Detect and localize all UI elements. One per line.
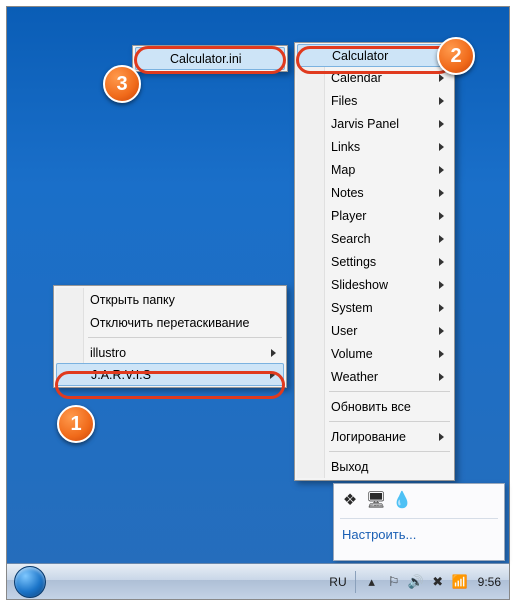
menu-item-label: Weather [331,370,378,384]
badge-number: 3 [116,73,127,96]
submenu-arrow-icon [439,143,444,151]
menu-item-label: Calculator [332,49,388,63]
menu-item-refresh-all[interactable]: Обновить все [297,395,452,418]
submenu-arrow-icon [439,327,444,335]
desktop: Открыть папку Отключить перетаскивание i… [6,6,510,600]
menu-item-volume[interactable]: Volume [297,342,452,365]
toolbar-customize-link[interactable]: Настроить... [340,523,498,546]
menu-item-files[interactable]: Files [297,89,452,112]
submenu-arrow-icon [439,189,444,197]
menu-item-label: Files [331,94,357,108]
annotation-badge-2: 2 [437,37,475,75]
context-menu-ini: Calculator.ini [132,45,288,72]
menu-item-jarvis-panel[interactable]: Jarvis Panel [297,112,452,135]
menu-item-label: Открыть папку [90,293,175,307]
menu-item-label: Slideshow [331,278,388,292]
submenu-arrow-icon [439,373,444,381]
menu-item-calculator-ini[interactable]: Calculator.ini [135,47,285,70]
menu-item-notes[interactable]: Notes [297,181,452,204]
menu-item-user[interactable]: User [297,319,452,342]
cube-icon[interactable]: ❖ [342,492,358,508]
tray-separator [355,571,356,593]
menu-item-search[interactable]: Search [297,227,452,250]
context-menu-main: Открыть папку Отключить перетаскивание i… [53,285,287,388]
menu-item-logging[interactable]: Логирование [297,425,452,448]
submenu-arrow-icon [439,166,444,174]
submenu-arrow-icon [439,235,444,243]
flag-icon[interactable]: ⚐ [386,574,402,590]
menu-item-open-folder[interactable]: Открыть папку [56,288,284,311]
toolbar-icon-row: ❖ 🖥 💧 [340,490,498,514]
menu-item-label: Player [331,209,366,223]
menu-item-map[interactable]: Map [297,158,452,181]
menu-item-label: Выход [331,460,368,474]
menu-item-calculator[interactable]: Calculator [297,44,452,67]
network-icon[interactable]: 📶 [452,574,468,590]
menu-item-label: Отключить перетаскивание [90,316,249,330]
menu-item-illustro[interactable]: illustro [56,341,284,364]
menu-item-label: Map [331,163,355,177]
taskbar: RU ▴ ⚐ 🔊 ✖ 📶 9:56 [7,563,509,599]
menu-item-label: Логирование [331,430,406,444]
menu-item-label: Volume [331,347,373,361]
menu-item-links[interactable]: Links [297,135,452,158]
submenu-arrow-icon [439,120,444,128]
menu-item-label: Links [331,140,360,154]
menu-item-label: Search [331,232,371,246]
menu-item-exit[interactable]: Выход [297,455,452,478]
menu-item-label: Calculator.ini [170,52,242,66]
menu-item-label: Обновить все [331,400,411,414]
menu-item-player[interactable]: Player [297,204,452,227]
toolbar-separator [340,518,498,519]
language-indicator[interactable]: RU [329,575,346,589]
badge-number: 1 [70,413,81,436]
menu-item-calendar[interactable]: Calendar [297,66,452,89]
clock[interactable]: 9:56 [478,575,501,589]
submenu-arrow-icon [439,97,444,105]
context-menu-skins: Calculator Calendar Files Jarvis Panel L… [294,42,455,481]
menu-item-label: System [331,301,373,315]
submenu-arrow-icon [439,350,444,358]
menu-item-slideshow[interactable]: Slideshow [297,273,452,296]
submenu-arrow-icon [439,433,444,441]
taskbar-middle [53,564,321,599]
submenu-arrow-icon [439,258,444,266]
menu-item-label: Jarvis Panel [331,117,399,131]
menu-item-label: Settings [331,255,376,269]
menu-item-jarvis[interactable]: J.A.R.V.I.S [56,363,284,386]
badge-number: 2 [450,45,461,68]
menu-item-disable-drag[interactable]: Отключить перетаскивание [56,311,284,334]
tray-overflow-icon[interactable]: ▴ [364,574,380,590]
menu-item-settings[interactable]: Settings [297,250,452,273]
submenu-arrow-icon [439,304,444,312]
system-tray: RU ▴ ⚐ 🔊 ✖ 📶 9:56 [321,564,509,599]
toolbar-customize-label: Настроить... [342,527,416,542]
annotation-badge-1: 1 [57,405,95,443]
menu-item-weather[interactable]: Weather [297,365,452,388]
menu-item-label: Notes [331,186,364,200]
submenu-arrow-icon [270,371,275,379]
menu-item-label: illustro [90,346,126,360]
menu-separator [88,337,282,338]
menu-separator [329,391,450,392]
shield-alert-icon[interactable]: ✖ [430,574,446,590]
monitors-icon[interactable]: 🖥 [368,492,384,508]
menu-separator [329,451,450,452]
submenu-arrow-icon [271,349,276,357]
droplet-icon[interactable]: 💧 [394,492,410,508]
menu-item-system[interactable]: System [297,296,452,319]
menu-item-label: J.A.R.V.I.S [91,368,151,382]
menu-item-label: Calendar [331,71,382,85]
menu-separator [329,421,450,422]
toolbar-popup: ❖ 🖥 💧 Настроить... [333,483,505,561]
volume-icon[interactable]: 🔊 [408,574,424,590]
menu-item-label: User [331,324,357,338]
submenu-arrow-icon [439,74,444,82]
submenu-arrow-icon [439,212,444,220]
windows-logo-icon [14,566,46,598]
submenu-arrow-icon [439,281,444,289]
annotation-badge-3: 3 [103,65,141,103]
start-button[interactable] [7,564,53,599]
